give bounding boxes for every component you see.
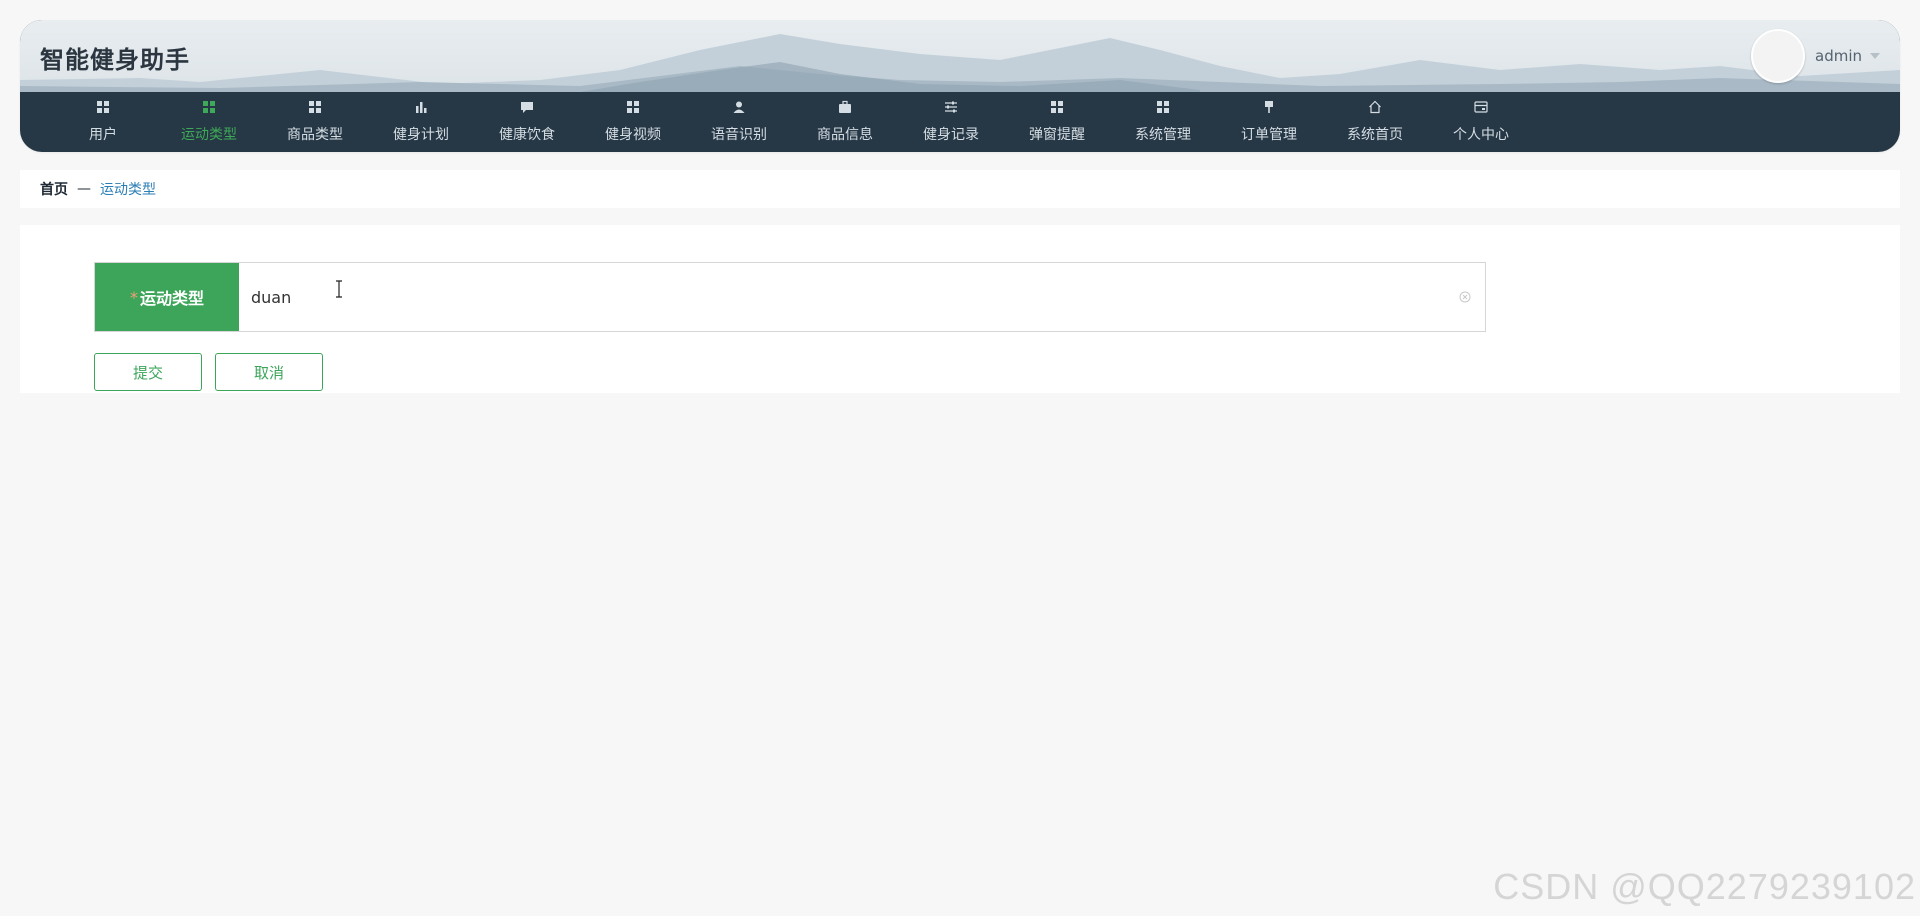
avatar-image bbox=[1751, 30, 1805, 83]
nav-item-label: 订单管理 bbox=[1241, 127, 1297, 143]
nav-item-label: 系统管理 bbox=[1135, 127, 1191, 143]
nav-item-6[interactable]: 语音识别 bbox=[686, 92, 792, 152]
nav-item-label: 健身记录 bbox=[923, 127, 979, 143]
home-icon bbox=[1368, 100, 1382, 114]
card-icon bbox=[1474, 100, 1488, 114]
nav-item-0[interactable]: 用户 bbox=[50, 92, 156, 152]
breadcrumb-home[interactable]: 首页 bbox=[40, 179, 68, 199]
nav-item-1[interactable]: 运动类型 bbox=[156, 92, 262, 152]
nav-item-12[interactable]: 系统首页 bbox=[1322, 92, 1428, 152]
nav-item-9[interactable]: 弹窗提醒 bbox=[1004, 92, 1110, 152]
avatar[interactable] bbox=[1751, 29, 1805, 83]
nav-item-13[interactable]: 个人中心 bbox=[1428, 92, 1534, 152]
grid-icon bbox=[626, 100, 640, 114]
required-mark: * bbox=[129, 287, 138, 307]
watermark: CSDN @QQ2279239102 bbox=[1493, 866, 1916, 907]
grid-icon bbox=[1050, 100, 1064, 114]
nav-item-2[interactable]: 商品类型 bbox=[262, 92, 368, 152]
grid-icon bbox=[308, 100, 322, 114]
sliders-icon bbox=[944, 100, 958, 114]
nav-item-label: 用户 bbox=[89, 127, 117, 143]
nav-item-label: 弹窗提醒 bbox=[1029, 127, 1085, 143]
breadcrumb: 首页 — 运动类型 bbox=[20, 170, 1900, 208]
nav-item-label: 健身计划 bbox=[393, 127, 449, 143]
cancel-button[interactable]: 取消 bbox=[215, 353, 323, 391]
clear-input-icon[interactable] bbox=[1445, 263, 1485, 331]
nav-item-label: 健身视频 bbox=[605, 127, 661, 143]
nav-item-label: 系统首页 bbox=[1347, 127, 1403, 143]
comment-icon bbox=[520, 100, 534, 114]
nav-item-label: 健康饮食 bbox=[499, 127, 555, 143]
nav-item-label: 语音识别 bbox=[711, 127, 767, 143]
breadcrumb-separator: — bbox=[77, 181, 91, 197]
sport-type-field: * 运动类型 bbox=[94, 262, 1486, 332]
user-icon bbox=[732, 100, 746, 114]
form-panel: * 运动类型 提交 取消 bbox=[20, 225, 1900, 393]
nav-item-label: 个人中心 bbox=[1453, 127, 1509, 143]
nav-item-5[interactable]: 健身视频 bbox=[580, 92, 686, 152]
header: 智能健身助手 admin 用户 运动类型 商品类型 健身计划 健康饮食 健身视频 语音识别 商… bbox=[20, 20, 1900, 152]
app-title: 智能健身助手 bbox=[40, 46, 190, 74]
breadcrumb-current[interactable]: 运动类型 bbox=[100, 179, 156, 199]
sport-type-label: * 运动类型 bbox=[95, 263, 239, 331]
grid-icon bbox=[202, 100, 216, 114]
submit-button[interactable]: 提交 bbox=[94, 353, 202, 391]
grid-icon bbox=[1156, 100, 1170, 114]
briefcase-icon bbox=[838, 100, 852, 114]
user-menu[interactable]: admin bbox=[1751, 29, 1880, 83]
nav-item-10[interactable]: 系统管理 bbox=[1110, 92, 1216, 152]
sport-type-input[interactable] bbox=[239, 263, 1445, 331]
page: 智能健身助手 admin 用户 运动类型 商品类型 健身计划 健康饮食 健身视频 语音识别商… bbox=[0, 0, 1920, 916]
nav-item-3[interactable]: 健身计划 bbox=[368, 92, 474, 152]
header-banner: 智能健身助手 admin bbox=[20, 20, 1900, 92]
pin-icon bbox=[1262, 100, 1276, 114]
nav-item-4[interactable]: 健康饮食 bbox=[474, 92, 580, 152]
grid-icon bbox=[96, 100, 110, 114]
nav-item-7[interactable]: 商品信息 bbox=[792, 92, 898, 152]
nav-item-8[interactable]: 健身记录 bbox=[898, 92, 1004, 152]
nav-item-label: 商品信息 bbox=[817, 127, 873, 143]
mountain-banner-image bbox=[20, 34, 1900, 92]
sport-type-label-text: 运动类型 bbox=[139, 289, 204, 308]
nav-item-11[interactable]: 订单管理 bbox=[1216, 92, 1322, 152]
nav-item-label: 商品类型 bbox=[287, 127, 343, 143]
text-cursor-icon bbox=[336, 280, 342, 298]
bar-chart-icon bbox=[414, 100, 428, 114]
main-navigation: 用户 运动类型 商品类型 健身计划 健康饮食 健身视频 语音识别 商品信息 健身记录 弹窗提醒 系统… bbox=[20, 92, 1900, 152]
nav-item-label: 运动类型 bbox=[181, 127, 237, 143]
